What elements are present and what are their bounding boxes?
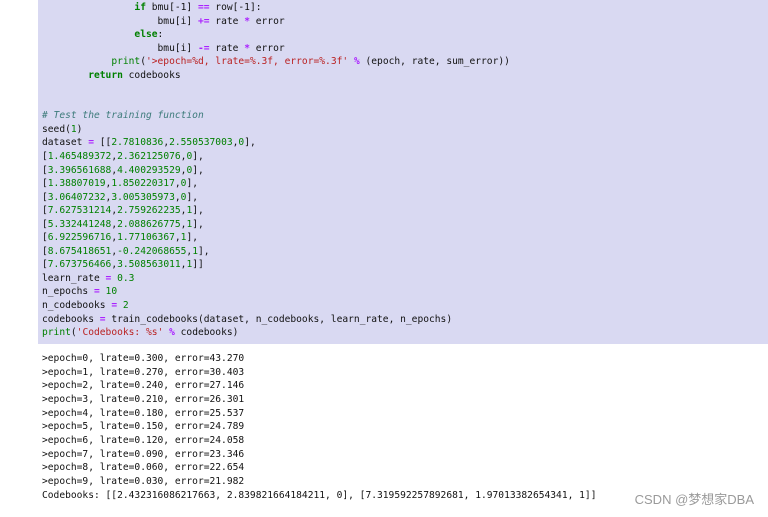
dataset-row: [6.922596716,1.77106367,1], [42,232,198,244]
code-line: print('Codebooks: %s' % codebooks) [42,327,239,339]
output-line: >epoch=0, lrate=0.300, error=43.270 [42,353,245,364]
dataset-row: [7.673756466,3.508563011,1]] [42,259,204,271]
code-line: bmu[i] += rate * error [157,15,285,27]
cell-output: >epoch=0, lrate=0.300, error=43.270 >epoc… [42,352,762,502]
code-line: codebooks = train_codebooks(dataset, n_c… [42,313,453,325]
output-line: >epoch=6, lrate=0.120, error=24.058 [42,434,245,446]
dataset-row: [8.675418651,-0.242068655,1], [42,245,210,257]
output-line: >epoch=9, lrate=0.030, error=21.982 [42,475,245,487]
output-line: >epoch=5, lrate=0.150, error=24.789 [42,421,245,433]
dataset-row: [3.06407232,3.005305973,0], [42,191,198,203]
dataset-row: [3.396561688,4.400293529,0], [42,164,204,176]
dataset-row: [5.332441248,2.088626775,1], [42,218,204,230]
output-line: >epoch=2, lrate=0.240, error=27.146 [42,380,245,392]
code-line: n_codebooks = 2 [42,300,129,312]
code-line: bmu[i] -= rate * error [157,42,285,54]
code-line: else: [134,29,164,41]
output-line: >epoch=4, lrate=0.180, error=25.537 [42,407,245,419]
code-editor[interactable]: if bmu[-1] == row[-1]: bmu[i] += rate * … [42,1,762,340]
code-line: print('>epoch=%d, lrate=%.3f, error=%.3f… [111,56,510,68]
code-line: if bmu[-1] == row[-1]: [134,2,262,13]
code-line: learn_rate = 0.3 [42,272,135,284]
output-line: >epoch=8, lrate=0.060, error=22.654 [42,462,245,474]
dataset-row: [1.38807019,1.850220317,0], [42,178,198,190]
code-line: n_epochs = 10 [42,286,118,298]
code-line: dataset = [[2.7810836,2.550537003,0], [42,137,256,149]
output-line: >epoch=7, lrate=0.090, error=23.346 [42,448,245,460]
dataset-row: [1.465489372,2.362125076,0], [42,151,204,163]
dataset-row: [7.627531214,2.759262235,1], [42,205,204,217]
code-line: seed(1) [42,123,83,135]
output-line: >epoch=1, lrate=0.270, error=30.403 [42,366,245,378]
code-comment: # Test the training function [42,110,204,122]
code-line: return codebooks [88,69,181,81]
csdn-watermark: CSDN @梦想家DBA [634,492,754,507]
output-line: >epoch=3, lrate=0.210, error=26.301 [42,393,245,405]
